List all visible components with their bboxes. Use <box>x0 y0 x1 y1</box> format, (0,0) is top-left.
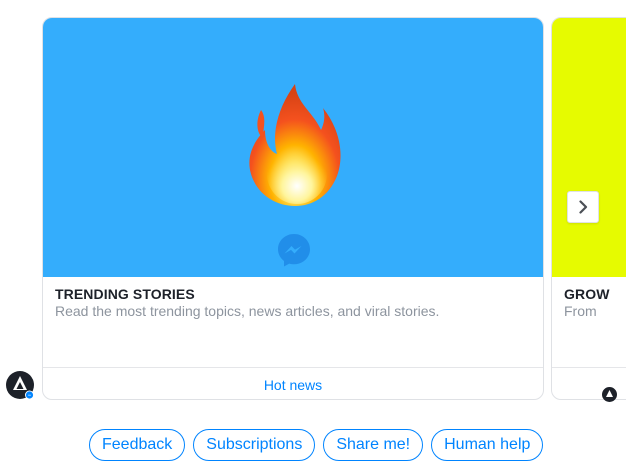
chevron-right-icon <box>579 200 588 214</box>
small-avatar-icon <box>602 387 617 402</box>
messenger-icon <box>278 234 310 267</box>
quick-replies: Feedback Subscriptions Share me! Human h… <box>89 429 544 461</box>
carousel-next-button[interactable] <box>567 191 599 223</box>
fire-emoji-icon <box>249 84 341 206</box>
card-image-grow <box>552 18 626 277</box>
hot-news-button[interactable]: Hot news <box>43 368 543 399</box>
card-title: TRENDING STORIES <box>55 286 195 302</box>
card-title: GROW <box>564 286 610 302</box>
share-me-quick-reply[interactable]: Share me! <box>323 429 424 461</box>
feedback-quick-reply[interactable]: Feedback <box>89 429 186 461</box>
subscriptions-quick-reply[interactable]: Subscriptions <box>193 429 316 461</box>
card-subtitle: Read the most trending topics, news arti… <box>55 303 440 319</box>
carousel-card-trending: TRENDING STORIES Read the most trending … <box>42 17 544 400</box>
card-divider <box>552 367 626 368</box>
card-subtitle: From <box>564 303 597 319</box>
bot-avatar-icon <box>6 371 34 399</box>
human-help-quick-reply[interactable]: Human help <box>431 429 544 461</box>
card-image-trending <box>43 18 543 277</box>
